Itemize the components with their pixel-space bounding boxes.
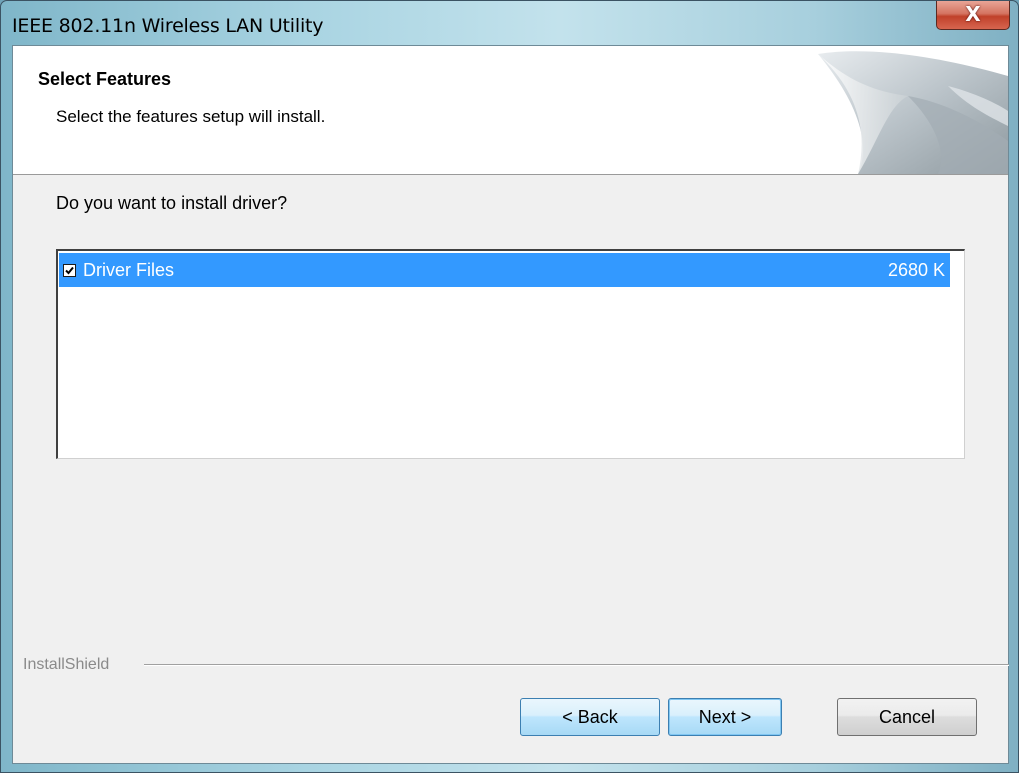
close-icon: X: [965, 2, 981, 26]
feature-list[interactable]: Driver Files 2680 K: [56, 249, 965, 459]
wizard-header: Select Features Select the features setu…: [13, 46, 1008, 175]
checkmark-icon: [65, 266, 74, 275]
page-subtitle: Select the features setup will install.: [56, 107, 326, 126]
install-question: Do you want to install driver?: [56, 193, 288, 213]
close-button[interactable]: X: [936, 1, 1010, 30]
title-bar[interactable]: IEEE 802.11n Wireless LAN Utility X: [1, 1, 1018, 45]
back-button[interactable]: < Back: [520, 698, 660, 736]
page-title: Select Features: [38, 69, 172, 89]
feature-checkbox[interactable]: [63, 264, 76, 277]
list-item[interactable]: Driver Files 2680 K: [59, 253, 950, 287]
window-title: IEEE 802.11n Wireless LAN Utility: [12, 15, 324, 37]
dialog-client-area: Select Features Select the features setu…: [12, 45, 1009, 764]
page-curl-art: [818, 51, 1008, 174]
cancel-button[interactable]: Cancel: [837, 698, 977, 736]
next-button[interactable]: Next >: [668, 698, 782, 736]
installer-window: IEEE 802.11n Wireless LAN Utility X Sele…: [0, 0, 1019, 773]
feature-name: Driver Files: [83, 260, 175, 280]
feature-size: 2680 K: [887, 260, 945, 280]
footer-divider: [144, 664, 1009, 666]
installshield-brand: InstallShield: [23, 656, 110, 673]
